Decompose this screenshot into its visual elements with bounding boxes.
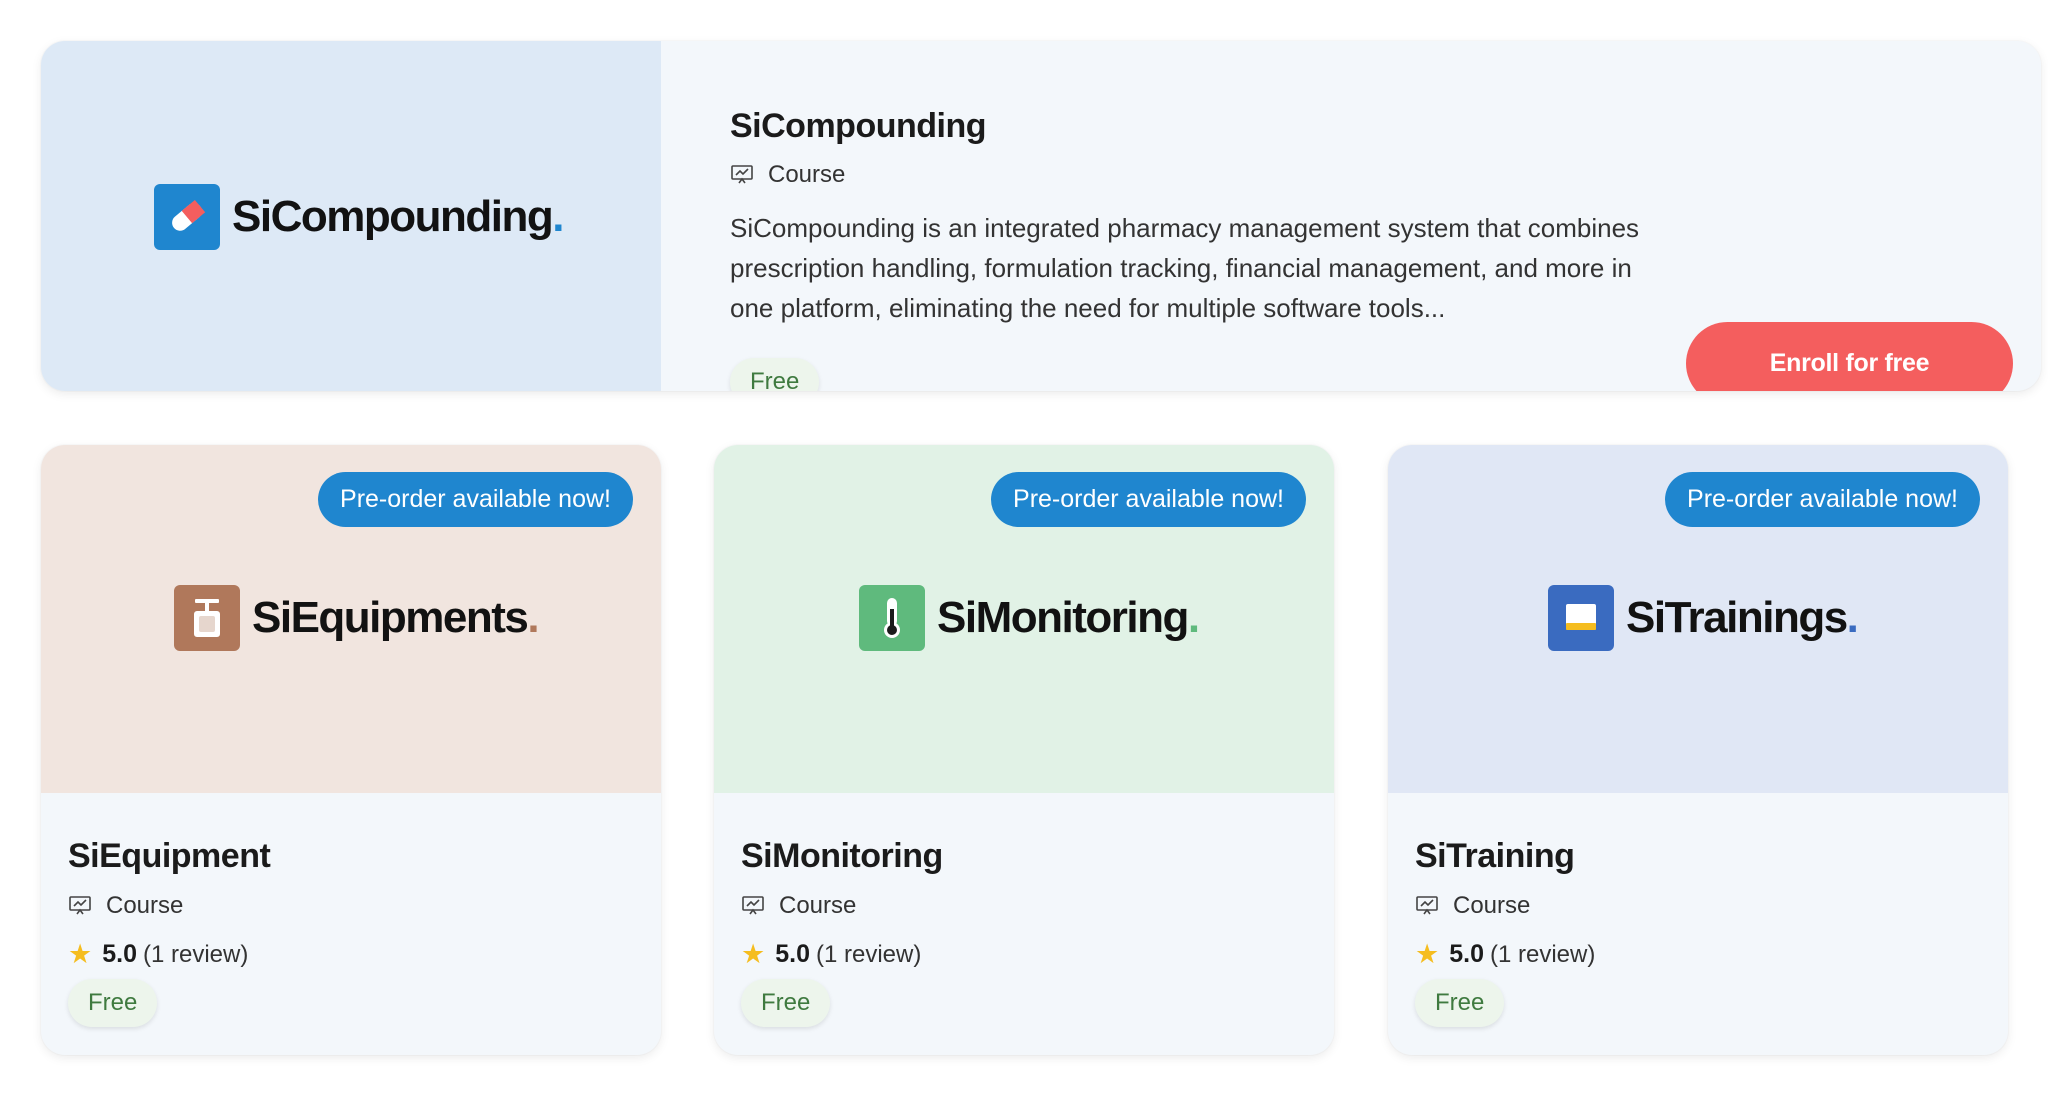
course-card-simonitoring[interactable]: Pre-order available now! SiMonitoring. S… — [714, 445, 1334, 1055]
presentation-icon — [742, 896, 764, 915]
course-type-label: Course — [106, 892, 184, 919]
review-count: (1 review) — [142, 940, 249, 968]
presentation-icon — [731, 165, 753, 184]
sitrainings-logo: SiTrainings. — [1548, 585, 1859, 651]
course-thumbnail[interactable]: Pre-order available now! SiMonitoring. — [714, 445, 1334, 793]
logo-dot: . — [1187, 593, 1201, 642]
course-rating: ★ 5.0 (1 review) — [1415, 939, 1595, 970]
price-badge: Free — [741, 979, 831, 1027]
screen-icon — [1548, 585, 1614, 651]
logo-wordmark: SiMonitoring — [937, 593, 1189, 642]
logo-dot: . — [527, 593, 540, 642]
course-card-sitraining[interactable]: Pre-order available now! SiTrainings. Si… — [1388, 445, 2008, 1055]
presentation-icon — [1416, 896, 1438, 915]
course-title[interactable]: SiCompounding — [730, 107, 987, 146]
course-title[interactable]: SiEquipment — [68, 837, 271, 876]
course-rating: ★ 5.0 (1 review) — [741, 939, 921, 970]
star-icon: ★ — [68, 939, 93, 969]
logo-dot: . — [1846, 593, 1859, 642]
course-title[interactable]: SiMonitoring — [741, 837, 943, 876]
star-icon: ★ — [741, 939, 766, 969]
course-description: SiCompounding is an integrated pharmacy … — [730, 213, 1640, 323]
enroll-button[interactable]: Enroll for free — [1686, 322, 2013, 391]
course-type: Course — [741, 892, 856, 920]
sicompounding-logo: SiCompounding. — [154, 184, 564, 250]
course-type: Course — [1415, 892, 1530, 920]
preorder-badge[interactable]: Pre-order available now! — [991, 472, 1306, 527]
siequipments-logo: SiEquipments. — [174, 585, 540, 651]
course-thumbnail[interactable]: Pre-order available now! SiTrainings. — [1388, 445, 2008, 793]
logo-wordmark: SiCompounding — [232, 192, 554, 241]
featured-course-card[interactable]: SiCompounding. SiCompounding Course SiCo… — [41, 41, 2041, 391]
course-type: Course — [730, 161, 845, 189]
course-thumbnail[interactable]: Pre-order available now! SiEquipments. — [41, 445, 661, 793]
price-badge: Free — [68, 979, 158, 1027]
price-badge: Free — [1415, 979, 1505, 1027]
course-type-label: Course — [768, 161, 846, 188]
review-count: (1 review) — [1489, 940, 1596, 968]
rating-score: 5.0 — [775, 940, 810, 968]
star-icon: ★ — [1415, 939, 1440, 969]
course-title[interactable]: SiTraining — [1415, 837, 1575, 876]
course-type-label: Course — [1453, 892, 1531, 919]
logo-wordmark: SiTrainings — [1626, 593, 1848, 642]
logo-wordmark: SiEquipments — [252, 593, 529, 642]
pill-icon — [154, 184, 220, 250]
scale-icon — [174, 585, 240, 651]
logo-dot: . — [552, 192, 565, 241]
course-type: Course — [68, 892, 183, 920]
rating-score: 5.0 — [102, 940, 137, 968]
review-count: (1 review) — [815, 940, 922, 968]
presentation-icon — [69, 896, 91, 915]
simonitoring-logo: SiMonitoring. — [859, 585, 1200, 651]
preorder-badge[interactable]: Pre-order available now! — [318, 472, 633, 527]
course-rating: ★ 5.0 (1 review) — [68, 939, 248, 970]
price-badge: Free — [730, 358, 820, 391]
course-type-label: Course — [779, 892, 857, 919]
course-card-siequipment[interactable]: Pre-order available now! SiEquipments. S… — [41, 445, 661, 1055]
thermometer-icon — [859, 585, 925, 651]
course-thumbnail[interactable]: SiCompounding. — [41, 41, 661, 391]
rating-score: 5.0 — [1449, 940, 1484, 968]
preorder-badge[interactable]: Pre-order available now! — [1665, 472, 1980, 527]
